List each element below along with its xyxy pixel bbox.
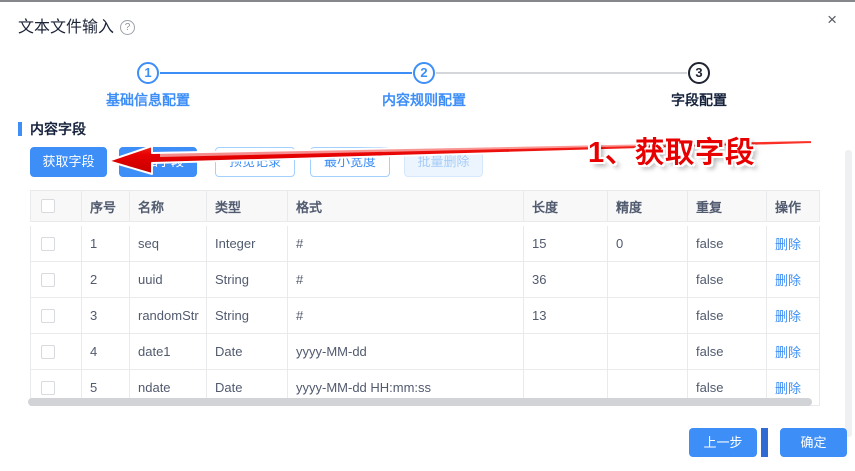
section-header: 内容字段 xyxy=(18,119,86,139)
cell-format: # xyxy=(288,298,524,334)
section-title: 内容字段 xyxy=(30,119,86,139)
row-checkbox-cell xyxy=(30,298,82,334)
cell-type: Integer xyxy=(207,226,288,262)
step-2-label: 内容规则配置 xyxy=(354,90,494,110)
cell-type: String xyxy=(207,262,288,298)
cell-name: randomStr xyxy=(130,298,207,334)
delete-link[interactable]: 删除 xyxy=(775,378,801,397)
cell-action: 删除 xyxy=(767,334,820,370)
row-checkbox[interactable] xyxy=(41,273,55,287)
row-checkbox-cell xyxy=(30,262,82,298)
help-icon[interactable]: ? xyxy=(120,20,135,35)
step-line-1-2 xyxy=(160,72,412,74)
cell-name: date1 xyxy=(130,334,207,370)
close-icon[interactable]: × xyxy=(827,11,837,28)
cell-repeat: false xyxy=(688,226,767,262)
cell-precision: 0 xyxy=(608,226,688,262)
row-checkbox-cell xyxy=(30,226,82,262)
cell-seq: 3 xyxy=(82,298,130,334)
cell-action: 删除 xyxy=(767,262,820,298)
window-top-border xyxy=(0,0,855,2)
cell-precision xyxy=(608,262,688,298)
cell-precision xyxy=(608,298,688,334)
col-header-seq: 序号 xyxy=(82,190,130,222)
preview-records-button[interactable]: 预览记录 xyxy=(215,147,295,177)
delete-link[interactable]: 删除 xyxy=(775,306,801,325)
cell-name: seq xyxy=(130,226,207,262)
cell-length: 36 xyxy=(524,262,608,298)
col-header-name: 名称 xyxy=(130,190,207,222)
cell-type: String xyxy=(207,298,288,334)
header-checkbox-cell xyxy=(30,190,82,222)
cell-seq: 2 xyxy=(82,262,130,298)
delete-link[interactable]: 删除 xyxy=(775,270,801,289)
row-checkbox[interactable] xyxy=(41,381,55,395)
cell-name: uuid xyxy=(130,262,207,298)
row-checkbox[interactable] xyxy=(41,309,55,323)
cell-type: Date xyxy=(207,334,288,370)
step-3-circle: 3 xyxy=(688,62,710,84)
cell-precision xyxy=(608,334,688,370)
get-fields-button[interactable]: 获取字段 xyxy=(30,147,107,177)
cell-seq: 4 xyxy=(82,334,130,370)
fields-table: 序号 名称 类型 格式 长度 精度 重复 操作 1 seq Integer # … xyxy=(30,190,820,406)
row-checkbox[interactable] xyxy=(41,237,55,251)
annotation-text: 1、获取字段 xyxy=(588,129,755,171)
confirm-button[interactable]: 确定 xyxy=(780,428,847,457)
delete-link[interactable]: 删除 xyxy=(775,342,801,361)
cell-length xyxy=(524,334,608,370)
footer-blue-bar xyxy=(761,428,768,457)
cell-seq: 1 xyxy=(82,226,130,262)
cell-format: # xyxy=(288,262,524,298)
step-3-label: 字段配置 xyxy=(629,90,769,110)
cell-length: 15 xyxy=(524,226,608,262)
step-1-circle: 1 xyxy=(137,62,159,84)
cell-length: 13 xyxy=(524,298,608,334)
cell-action: 删除 xyxy=(767,298,820,334)
delete-link[interactable]: 删除 xyxy=(775,234,801,253)
col-header-action: 操作 xyxy=(767,190,820,222)
min-width-button[interactable]: 最小宽度 xyxy=(310,147,390,177)
horizontal-scrollbar[interactable] xyxy=(28,398,812,406)
cell-repeat: false xyxy=(688,334,767,370)
cell-repeat: false xyxy=(688,262,767,298)
col-header-format: 格式 xyxy=(288,190,524,222)
cell-format: # xyxy=(288,226,524,262)
step-1-label: 基础信息配置 xyxy=(78,90,218,110)
page-title: 文本文件输入? xyxy=(18,13,135,37)
col-header-precision: 精度 xyxy=(608,190,688,222)
section-accent-bar xyxy=(18,122,22,136)
add-field-button[interactable]: 增加字段 xyxy=(119,147,197,177)
batch-delete-button[interactable]: 批量删除 xyxy=(404,147,483,177)
cell-format: yyyy-MM-dd xyxy=(288,334,524,370)
col-header-repeat: 重复 xyxy=(688,190,767,222)
step-2-circle: 2 xyxy=(413,62,435,84)
select-all-checkbox[interactable] xyxy=(41,199,55,213)
col-header-type: 类型 xyxy=(207,190,288,222)
previous-step-button[interactable]: 上一步 xyxy=(689,428,757,457)
step-line-2-3 xyxy=(436,72,687,74)
row-checkbox[interactable] xyxy=(41,345,55,359)
cell-repeat: false xyxy=(688,298,767,334)
row-checkbox-cell xyxy=(30,334,82,370)
col-header-length: 长度 xyxy=(524,190,608,222)
vertical-scrollbar-track[interactable] xyxy=(845,150,852,437)
cell-action: 删除 xyxy=(767,226,820,262)
